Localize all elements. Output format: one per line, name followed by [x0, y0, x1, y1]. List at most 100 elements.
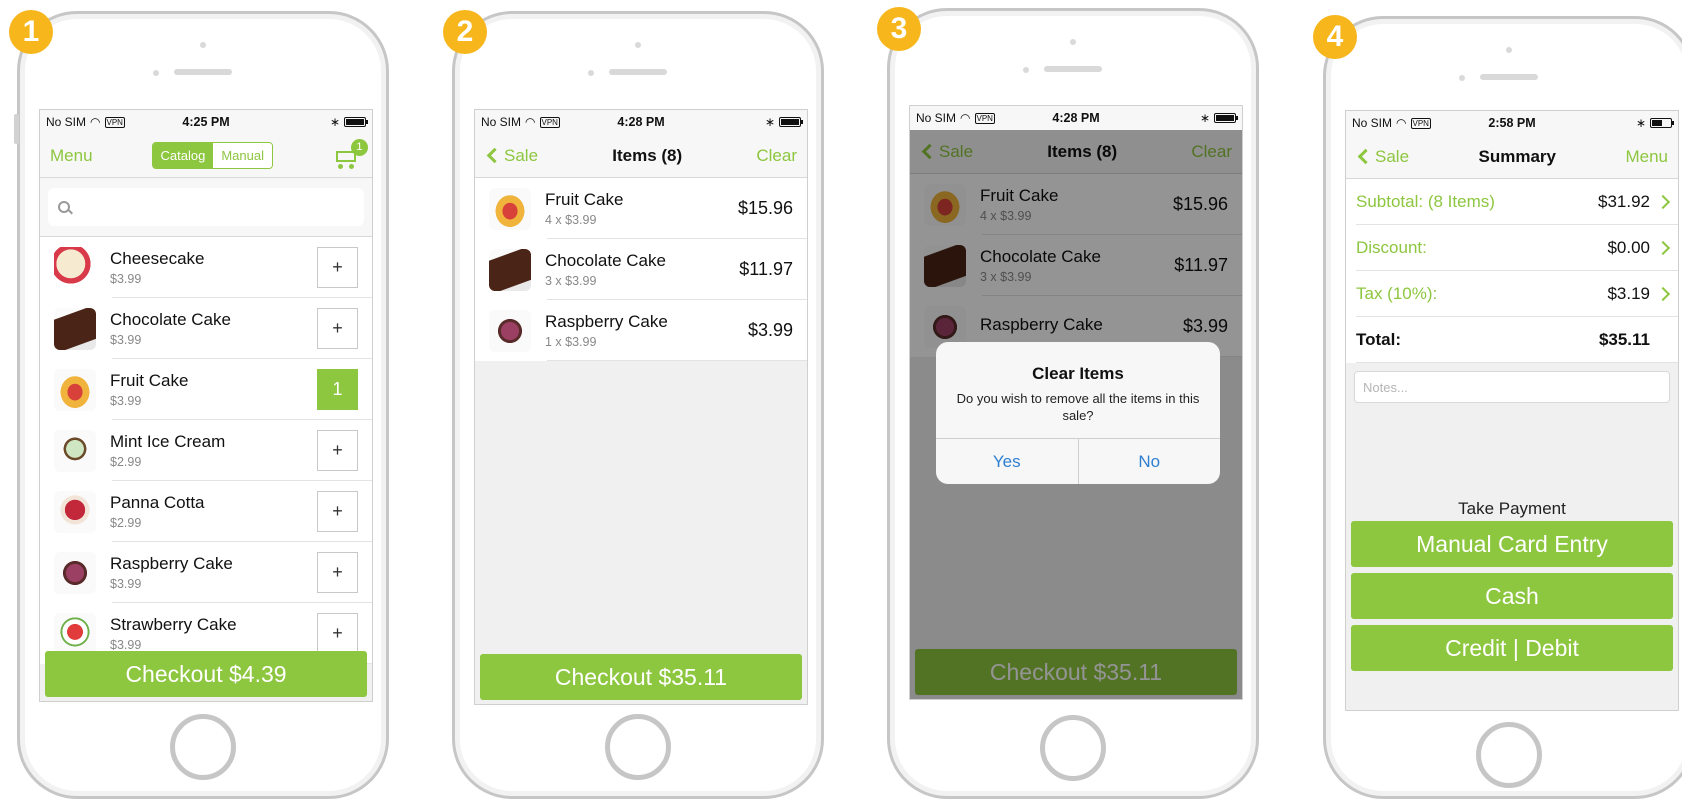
- screen-clear-confirm: No SIM ◠ VPN 4:28 PM ∗ Sale Items (8) Clea…: [909, 105, 1243, 700]
- item-total: $3.99: [747, 320, 793, 340]
- subtotal-value: $31.92: [1598, 192, 1650, 211]
- alert-yes-button[interactable]: Yes: [936, 439, 1078, 484]
- search-bar: [40, 178, 372, 237]
- catalog-row[interactable]: Panna Cotta $2.99 +: [40, 481, 372, 542]
- item-total: $15.96: [737, 198, 793, 218]
- back-label: Sale: [504, 145, 539, 165]
- status-bar: No SIM ◠ VPN 4:28 PM ∗: [910, 106, 1242, 130]
- product-name: Panna Cotta: [110, 493, 205, 512]
- manual-card-entry-button[interactable]: Manual Card Entry: [1351, 521, 1673, 567]
- battery-icon: [1214, 113, 1238, 123]
- product-price: $2.99: [110, 516, 142, 530]
- nav-bar: Menu Catalog Manual 1: [40, 134, 372, 178]
- page-title: Items (8): [612, 145, 683, 165]
- discount-row[interactable]: Discount: $0.00: [1346, 225, 1678, 271]
- phone-frame-1: No SIM ◠ VPN 4:25 PM ∗ Menu Catalog Manual…: [14, 11, 389, 799]
- add-quantity-button[interactable]: +: [317, 247, 358, 288]
- clear-button[interactable]: Clear: [756, 146, 797, 166]
- status-time: 2:58 PM: [1488, 116, 1536, 130]
- vpn-icon: VPN: [1410, 117, 1431, 129]
- tax-row[interactable]: Tax (10%): $3.19: [1346, 271, 1678, 317]
- home-button[interactable]: [1040, 715, 1106, 781]
- camera-dot: [1070, 39, 1076, 45]
- add-quantity-button[interactable]: +: [317, 430, 358, 471]
- cart-item-row[interactable]: Chocolate Cake 3 x $3.99 $11.97: [475, 239, 807, 300]
- side-button: [14, 114, 19, 144]
- phone-frame-4: No SIM ◠ VPN 2:58 PM ∗ Sale Summary Menu S…: [1323, 16, 1682, 799]
- catalog-row[interactable]: Mint Ice Cream $2.99 +: [40, 420, 372, 481]
- home-button[interactable]: [1476, 722, 1542, 788]
- catalog-row[interactable]: Fruit Cake $3.99 1: [40, 359, 372, 420]
- checkout-button[interactable]: Checkout $35.11: [480, 654, 802, 700]
- item-detail: 1 x $3.99: [545, 335, 597, 349]
- add-quantity-button[interactable]: +: [317, 308, 358, 349]
- cash-button[interactable]: Cash: [1351, 573, 1673, 619]
- alert-no-button[interactable]: No: [1077, 439, 1221, 484]
- step-badge-2: 2: [443, 10, 487, 54]
- carrier-label: No SIM: [1352, 116, 1393, 130]
- cart-item-row[interactable]: Fruit Cake 4 x $3.99 $15.96: [475, 178, 807, 239]
- back-button[interactable]: Sale: [485, 146, 538, 166]
- vpn-icon: VPN: [539, 116, 560, 128]
- back-button[interactable]: Sale: [1356, 147, 1409, 167]
- battery-icon: [779, 117, 803, 127]
- home-button[interactable]: [605, 714, 671, 780]
- total-row: Total: $35.11: [1346, 317, 1678, 363]
- bluetooth-icon: ∗: [1635, 116, 1646, 130]
- back-label: Sale: [1375, 146, 1410, 166]
- menu-button[interactable]: Menu: [1625, 147, 1668, 167]
- catalog-row[interactable]: Raspberry Cake $3.99 +: [40, 542, 372, 603]
- product-price: $3.99: [110, 577, 142, 591]
- product-image: [54, 368, 96, 411]
- add-quantity-button[interactable]: +: [317, 491, 358, 532]
- product-name: Cheesecake: [110, 249, 205, 268]
- battery-icon: [1650, 118, 1674, 128]
- status-time: 4:28 PM: [617, 115, 665, 129]
- camera-dot: [200, 42, 206, 48]
- segment-catalog[interactable]: Catalog: [152, 143, 214, 168]
- speaker-grille: [609, 69, 667, 75]
- cart-icon[interactable]: 1: [332, 138, 368, 169]
- checkout-button[interactable]: Checkout $4.39: [45, 651, 367, 697]
- catalog-row[interactable]: Chocolate Cake $3.99 +: [40, 298, 372, 359]
- camera-dot: [1506, 47, 1512, 53]
- search-input[interactable]: [48, 188, 364, 226]
- product-image: [489, 187, 531, 230]
- add-quantity-button[interactable]: 1: [317, 369, 358, 410]
- carrier-label: No SIM: [916, 111, 957, 125]
- subtotal-row[interactable]: Subtotal: (8 Items) $31.92: [1346, 179, 1678, 225]
- credit-debit-button[interactable]: Credit | Debit: [1351, 625, 1673, 671]
- sensor-dot: [588, 70, 594, 76]
- chevron-right-icon: [1655, 286, 1671, 302]
- item-name: Chocolate Cake: [545, 251, 666, 270]
- product-image: [54, 246, 96, 289]
- product-name: Strawberry Cake: [110, 615, 237, 634]
- take-payment-label: Take Payment: [1458, 499, 1566, 518]
- phone-frame-3: No SIM ◠ VPN 4:28 PM ∗ Sale Items (8) Clea…: [887, 8, 1259, 799]
- subtotal-label: Subtotal: (8 Items): [1356, 192, 1495, 211]
- notes-field[interactable]: Notes...: [1354, 371, 1670, 403]
- bluetooth-icon: ∗: [764, 115, 775, 129]
- menu-button[interactable]: Menu: [50, 146, 93, 166]
- product-image: [54, 551, 96, 594]
- segment-manual[interactable]: Manual: [213, 143, 272, 168]
- item-name: Fruit Cake: [545, 190, 624, 209]
- product-image: [54, 612, 96, 655]
- product-image: [54, 490, 96, 533]
- home-button[interactable]: [170, 714, 236, 780]
- add-quantity-button[interactable]: +: [317, 613, 358, 654]
- product-price: $3.99: [110, 333, 142, 347]
- step-badge-3: 3: [877, 7, 921, 51]
- add-quantity-button[interactable]: +: [317, 552, 358, 593]
- screen-summary: No SIM ◠ VPN 2:58 PM ∗ Sale Summary Menu S…: [1345, 110, 1679, 711]
- catalog-row[interactable]: Cheesecake $3.99 +: [40, 237, 372, 298]
- carrier-label: No SIM: [481, 115, 522, 129]
- cart-item-row[interactable]: Raspberry Cake 1 x $3.99 $3.99: [475, 300, 807, 361]
- wifi-icon: ◠: [960, 111, 971, 125]
- alert-message: Do you wish to remove all the items in t…: [956, 391, 1200, 423]
- status-bar: No SIM ◠ VPN 2:58 PM ∗: [1346, 111, 1678, 135]
- product-image: [489, 248, 531, 291]
- product-image: [54, 307, 96, 350]
- vpn-icon: VPN: [104, 116, 125, 128]
- vpn-icon: VPN: [974, 112, 995, 124]
